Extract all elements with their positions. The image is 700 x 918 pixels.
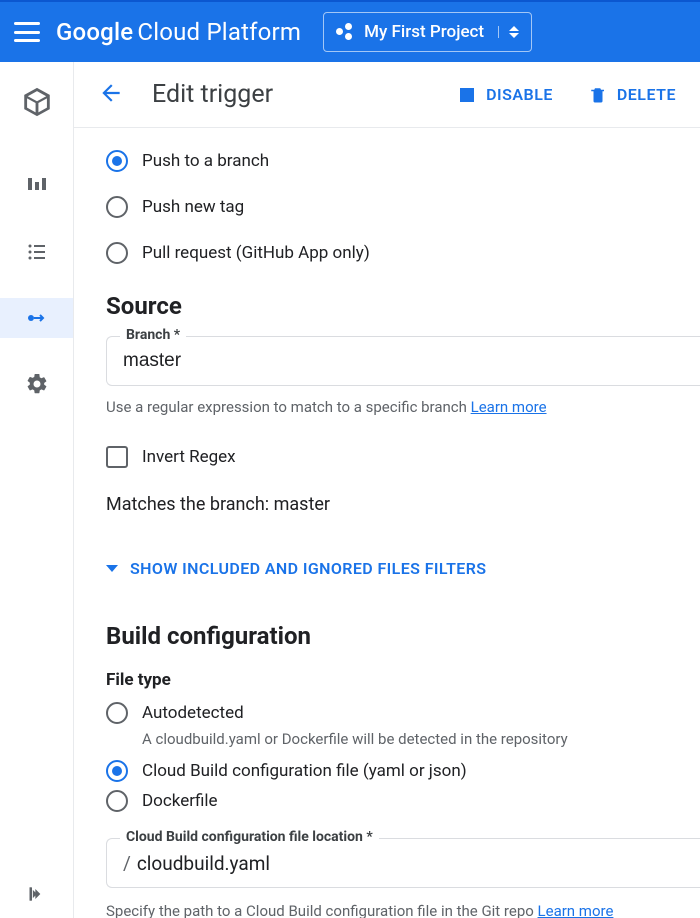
- brand-rest: Cloud Platform: [137, 18, 301, 46]
- chevron-down-icon: [106, 565, 118, 572]
- config-location-field: Cloud Build configuration file location …: [106, 838, 700, 888]
- sidebar-expand-icon[interactable]: [0, 884, 73, 904]
- dashboard-icon[interactable]: [17, 166, 57, 206]
- filetype-autodetected[interactable]: Autodetected: [106, 702, 700, 724]
- brand-strong: Google: [56, 18, 133, 46]
- project-caret-icon: [498, 26, 519, 38]
- hamburger-menu-icon[interactable]: [14, 22, 40, 42]
- list-icon[interactable]: [17, 232, 57, 272]
- project-picker[interactable]: My First Project: [323, 12, 532, 52]
- delete-button[interactable]: DELETE: [589, 85, 676, 105]
- radio-icon: [106, 242, 128, 264]
- content: Push to a branch Push new tag Pull reque…: [74, 128, 700, 918]
- learn-more-link[interactable]: Learn more: [471, 398, 547, 416]
- disable-button[interactable]: DISABLE: [458, 85, 553, 104]
- learn-more-link[interactable]: Learn more: [538, 902, 614, 918]
- config-location-hint: Specify the path to a Cloud Build config…: [106, 902, 700, 918]
- radio-icon: [106, 196, 128, 218]
- header-actions: DISABLE DELETE: [458, 85, 676, 105]
- topbar: GoogleCloud Platform My First Project: [0, 0, 700, 62]
- stop-icon: [458, 86, 476, 104]
- sidebar: [0, 62, 74, 918]
- config-location-hint-text: Specify the path to a Cloud Build config…: [106, 902, 538, 918]
- invert-regex-label: Invert Regex: [142, 447, 236, 467]
- page-header: Edit trigger DISABLE DELETE: [74, 62, 700, 128]
- config-location-input[interactable]: / cloudbuild.yaml: [106, 838, 700, 888]
- layout: Edit trigger DISABLE DELETE Push to a br…: [0, 62, 700, 918]
- branch-hint-text: Use a regular expression to match to a s…: [106, 398, 471, 416]
- cloud-build-logo-icon[interactable]: [17, 82, 57, 122]
- branch-field: Branch *: [106, 336, 700, 386]
- event-option-label: Push new tag: [142, 197, 244, 217]
- radio-icon: [106, 790, 128, 812]
- project-dots-icon: [336, 23, 354, 41]
- branch-label: Branch *: [120, 327, 186, 343]
- filetype-option-label: Cloud Build configuration file (yaml or …: [142, 761, 467, 781]
- main: Edit trigger DISABLE DELETE Push to a br…: [74, 62, 700, 918]
- source-heading: Source: [106, 292, 700, 320]
- path-prefix: /: [123, 852, 131, 875]
- trash-icon: [589, 85, 607, 105]
- branch-hint: Use a regular expression to match to a s…: [106, 398, 700, 416]
- event-option-label: Push to a branch: [142, 151, 269, 171]
- radio-icon: [106, 760, 128, 782]
- delete-label: DELETE: [617, 85, 676, 104]
- filetype-option-label: Dockerfile: [142, 791, 218, 811]
- event-option-label: Pull request (GitHub App only): [142, 243, 370, 263]
- checkbox-icon: [106, 446, 128, 468]
- settings-icon[interactable]: [17, 364, 57, 404]
- config-location-label: Cloud Build configuration file location …: [120, 829, 379, 845]
- branch-input[interactable]: [106, 336, 700, 386]
- invert-regex-checkbox[interactable]: Invert Regex: [106, 446, 700, 468]
- path-value: cloudbuild.yaml: [137, 852, 270, 875]
- build-config-heading: Build configuration: [106, 622, 700, 650]
- event-option-push-tag[interactable]: Push new tag: [106, 196, 700, 218]
- filetype-cloudbuild[interactable]: Cloud Build configuration file (yaml or …: [106, 760, 700, 782]
- files-filter-label: SHOW INCLUDED AND IGNORED FILES FILTERS: [130, 559, 486, 578]
- autodetected-hint: A cloudbuild.yaml or Dockerfile will be …: [142, 730, 700, 748]
- disable-label: DISABLE: [486, 85, 553, 104]
- radio-icon: [106, 702, 128, 724]
- brand-title: GoogleCloud Platform: [56, 18, 301, 46]
- back-arrow-icon[interactable]: [98, 80, 124, 110]
- radio-icon: [106, 150, 128, 172]
- matches-text: Matches the branch: master: [106, 494, 700, 515]
- project-name: My First Project: [364, 22, 484, 42]
- event-option-pull-request[interactable]: Pull request (GitHub App only): [106, 242, 700, 264]
- file-type-label: File type: [106, 670, 700, 690]
- event-option-push-branch[interactable]: Push to a branch: [106, 150, 700, 172]
- filetype-dockerfile[interactable]: Dockerfile: [106, 790, 700, 812]
- files-filter-toggle[interactable]: SHOW INCLUDED AND IGNORED FILES FILTERS: [106, 559, 700, 578]
- filetype-option-label: Autodetected: [142, 703, 244, 723]
- triggers-icon[interactable]: [0, 298, 73, 338]
- page-title: Edit trigger: [152, 80, 273, 109]
